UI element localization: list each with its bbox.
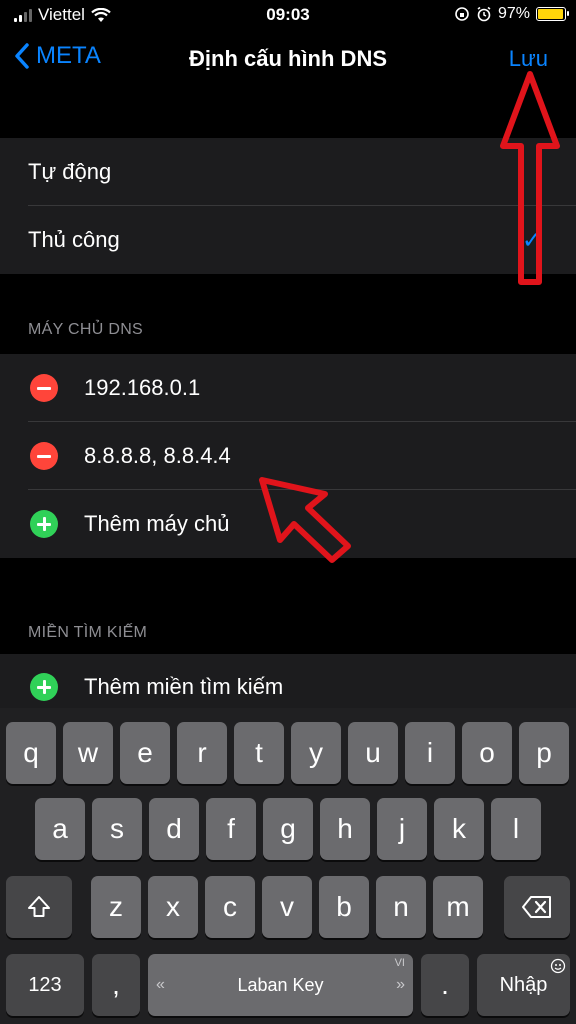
space-bar-label: Laban Key [237,974,324,995]
key[interactable]: u [348,722,398,784]
key[interactable]: w [63,722,113,784]
add-server-row[interactable]: Thêm máy chủ [0,490,576,558]
backspace-icon [522,896,551,918]
option-automatic-label: Tự động [28,159,112,184]
delete-server-button[interactable] [30,374,58,402]
search-domains-group: Thêm miền tìm kiếm [0,654,576,708]
key[interactable]: y [291,722,341,784]
battery-percent: 97% [497,5,530,22]
space-bar[interactable]: « Laban Key » VI [148,954,413,1016]
status-bar: Viettel 09:03 97% [0,0,576,30]
shift-icon [28,896,50,917]
delete-server-button[interactable] [30,442,58,470]
checkmark-icon: ✓ [521,226,542,254]
dns-server-row[interactable]: 8.8.8.8, 8.8.4.4 [0,422,576,490]
option-manual[interactable]: Thủ công ✓ [0,206,576,274]
add-search-domain-icon[interactable] [30,673,58,701]
dns-servers-header: MÁY CHỦ DNS [28,321,144,338]
option-automatic[interactable]: Tự động [0,138,576,206]
key[interactable]: c [205,876,255,938]
key[interactable]: d [149,798,199,860]
key[interactable]: m [433,876,483,938]
add-server-icon[interactable] [30,510,58,538]
key[interactable]: n [376,876,426,938]
key[interactable]: o [462,722,512,784]
page-title: Định cấu hình DNS [189,46,387,71]
alarm-icon [477,6,491,22]
dns-server-row[interactable]: 192.168.0.1 [0,354,576,422]
dns-mode-group: Tự động Thủ công ✓ [0,138,576,274]
navigation-bar: META Định cấu hình DNS Lưu [0,34,576,88]
key[interactable]: i [405,722,455,784]
globe-icon [550,958,566,974]
status-right: 97% [454,5,569,23]
key[interactable]: s [92,798,142,860]
key[interactable]: z [91,876,141,938]
key[interactable]: l [491,798,541,860]
period-key[interactable]: . [421,954,469,1016]
keyboard: q w e r t y u i o p a s d f g h j k l z … [0,708,576,1024]
key[interactable]: p [519,722,569,784]
comma-key[interactable]: , [92,954,140,1016]
key[interactable]: e [120,722,170,784]
save-button[interactable]: Lưu [509,46,548,72]
chevron-left-icon: « [156,976,165,993]
shift-key[interactable] [6,876,72,938]
key[interactable]: b [319,876,369,938]
battery-icon [536,7,569,21]
key[interactable]: k [434,798,484,860]
key[interactable]: x [148,876,198,938]
numbers-key[interactable]: 123 [6,954,84,1016]
dns-servers-group: 192.168.0.1 8.8.8.8, 8.8.4.4 Thêm máy ch… [0,354,576,558]
return-label: Nhập [499,973,548,996]
rotation-lock-icon [455,7,469,21]
key[interactable]: g [263,798,313,860]
backspace-key[interactable] [504,876,570,938]
key[interactable]: r [177,722,227,784]
chevron-right-icon: » [396,976,405,993]
key[interactable]: v [262,876,312,938]
return-key[interactable]: Nhập [477,954,570,1016]
key[interactable]: h [320,798,370,860]
search-domains-header: MIỀN TÌM KIẾM [28,624,148,641]
key[interactable]: a [35,798,85,860]
key[interactable]: t [234,722,284,784]
language-label: VI [394,957,405,969]
key[interactable]: q [6,722,56,784]
add-search-domain-row[interactable]: Thêm miền tìm kiếm [0,654,576,708]
key[interactable]: f [206,798,256,860]
key[interactable]: j [377,798,427,860]
option-manual-label: Thủ công [28,227,120,252]
